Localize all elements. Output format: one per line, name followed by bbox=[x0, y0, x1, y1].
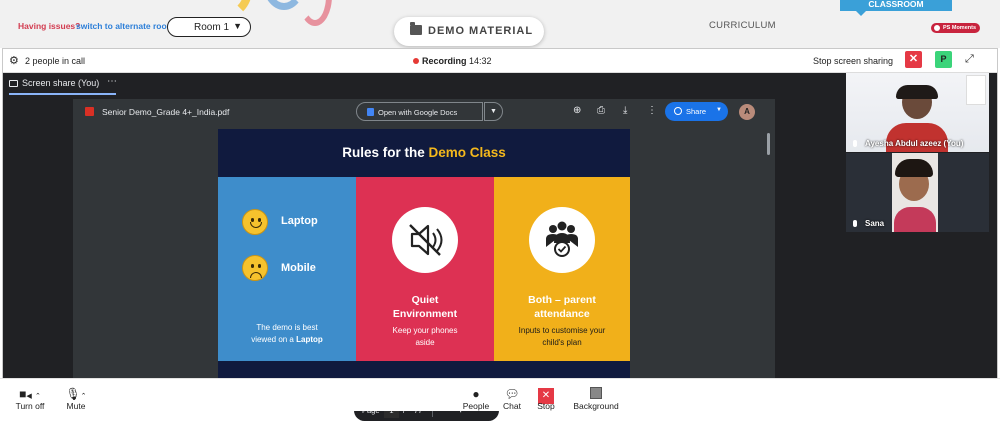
screen-share-tab-label: Screen share (You) bbox=[22, 78, 100, 88]
p-button[interactable]: P bbox=[935, 51, 952, 68]
classroom-tab-pointer bbox=[856, 11, 866, 16]
open-with-dropdown[interactable]: ▼ bbox=[484, 102, 503, 121]
gear-icon[interactable]: ⚙ bbox=[9, 54, 19, 67]
recording-dot-icon bbox=[413, 58, 419, 64]
add-to-drive-icon[interactable]: ⊕ bbox=[573, 105, 581, 116]
microphone-icon bbox=[853, 140, 857, 147]
more-options-icon[interactable]: ⋯ bbox=[107, 76, 117, 87]
curriculum-tab[interactable]: CURRICULUM bbox=[709, 20, 776, 31]
pdf-filename: Senior Demo_Grade 4+_India.pdf bbox=[102, 107, 230, 117]
parent-heading: Both – parent attendance bbox=[528, 294, 596, 320]
quiet-heading: Quiet Environment bbox=[392, 294, 458, 320]
participant-name: Sana bbox=[853, 219, 884, 228]
active-tab-indicator bbox=[9, 93, 116, 95]
background-button[interactable]: Background bbox=[566, 379, 626, 411]
folder-icon bbox=[410, 22, 422, 35]
demo-material-button[interactable]: DEMO MATERIAL bbox=[394, 17, 544, 46]
laptop-label: Laptop bbox=[281, 215, 318, 227]
more-vert-icon[interactable]: ⋮ bbox=[647, 105, 657, 116]
participant-tile-sana[interactable]: Sana bbox=[846, 153, 989, 232]
device-rule-line-2: viewed on a Laptop bbox=[251, 335, 323, 344]
participant-name: Ayesha Abdul azeez (You) bbox=[853, 139, 963, 148]
issue-text: Having issues? bbox=[18, 21, 81, 31]
sad-face-icon bbox=[242, 255, 268, 281]
mute-button[interactable]: 🎙︎⌃ Mute bbox=[46, 379, 106, 411]
ps-moments-badge[interactable]: PS Moments bbox=[931, 23, 981, 33]
screen-share-tab[interactable]: Screen share (You) bbox=[9, 78, 99, 88]
switch-room-link[interactable]: switch to alternate room bbox=[76, 21, 174, 31]
stop-screen-sharing-label: Stop screen sharing bbox=[813, 56, 894, 66]
expand-icon[interactable]: ⤢ bbox=[965, 53, 974, 66]
pdf-file-icon bbox=[85, 107, 94, 116]
open-with-google-docs-button[interactable]: Open with Google Docs bbox=[356, 102, 483, 121]
caret-down-icon: ▼ bbox=[233, 21, 242, 31]
pdf-toolbar: Senior Demo_Grade 4+_India.pdf Open with… bbox=[73, 99, 775, 123]
classroom-tab[interactable]: CLASSROOM bbox=[840, 0, 952, 11]
quiet-rule-panel: Quiet Environment Keep your phones aside bbox=[356, 177, 494, 361]
print-icon[interactable]: ⎙ bbox=[597, 105, 605, 116]
demo-material-label: DEMO MATERIAL bbox=[428, 25, 534, 37]
share-button[interactable]: Share ▼ bbox=[665, 102, 728, 121]
hair bbox=[896, 85, 938, 99]
slide-title-accent: Demo Class bbox=[428, 145, 506, 160]
parent-text: Inputs to customise your child's plan bbox=[518, 326, 606, 347]
call-header: ⚙ 2 people in call Recording 14:32 Stop … bbox=[3, 49, 997, 73]
call-window: ⚙ 2 people in call Recording 14:32 Stop … bbox=[2, 48, 998, 421]
participant-tile-self[interactable]: Ayesha Abdul azeez (You) bbox=[846, 73, 989, 152]
family-group-icon bbox=[529, 207, 595, 273]
wall-poster bbox=[966, 75, 986, 105]
device-rule-panel: Laptop Mobile The demo is best viewed on… bbox=[218, 177, 356, 361]
microphone-icon bbox=[853, 220, 857, 227]
download-icon[interactable]: ⤓ bbox=[623, 105, 627, 116]
open-with-docs-label: Open with Google Docs bbox=[378, 108, 458, 117]
globe-icon bbox=[674, 107, 682, 115]
room-select-value: Room 1 bbox=[194, 22, 230, 33]
avatar[interactable]: A bbox=[739, 104, 755, 120]
recording-label: Recording bbox=[422, 56, 467, 66]
top-bar: Having issues? switch to alternate room … bbox=[0, 0, 1000, 48]
shirt bbox=[894, 207, 936, 232]
google-docs-icon bbox=[367, 108, 374, 116]
device-rule-text: The demo is best viewed on a Laptop bbox=[218, 322, 356, 346]
share-label: Share bbox=[686, 107, 707, 116]
stop-sharing-button[interactable]: ✕ bbox=[905, 51, 922, 68]
microphone-icon: 🎙︎⌃ bbox=[65, 387, 87, 401]
scrollbar-thumb[interactable] bbox=[767, 133, 770, 155]
quiet-text: Keep your phones aside bbox=[392, 326, 458, 347]
mute-speaker-icon bbox=[392, 207, 458, 273]
happy-face-icon bbox=[242, 209, 268, 235]
parent-rule-panel: Both – parent attendance Inputs to custo… bbox=[494, 177, 630, 361]
room-select[interactable]: Room 1 ▼ bbox=[167, 17, 251, 37]
caret-down-icon: ▼ bbox=[716, 107, 722, 113]
recording-time: 14:32 bbox=[469, 56, 492, 66]
people-count: 2 people in call bbox=[25, 56, 86, 66]
hair bbox=[895, 159, 933, 177]
background-icon bbox=[566, 379, 626, 399]
call-controls: ■◀ ⌃ Turn off 🎙︎⌃ Mute ● People 💬︎ Chat … bbox=[0, 378, 1000, 411]
monitor-icon bbox=[9, 80, 18, 87]
slide-page: Rules for the Demo Class Laptop Mobile T… bbox=[218, 129, 630, 411]
slide-title: Rules for the Demo Class bbox=[218, 145, 630, 160]
pdf-viewer: Senior Demo_Grade 4+_India.pdf Open with… bbox=[73, 99, 775, 421]
mobile-label: Mobile bbox=[281, 262, 316, 274]
background-label: Background bbox=[573, 401, 619, 411]
mute-label: Mute bbox=[66, 401, 86, 411]
logo-decoration bbox=[298, 0, 332, 26]
device-rule-line-1: The demo is best bbox=[256, 323, 318, 332]
slide-title-prefix: Rules for the bbox=[342, 145, 425, 160]
